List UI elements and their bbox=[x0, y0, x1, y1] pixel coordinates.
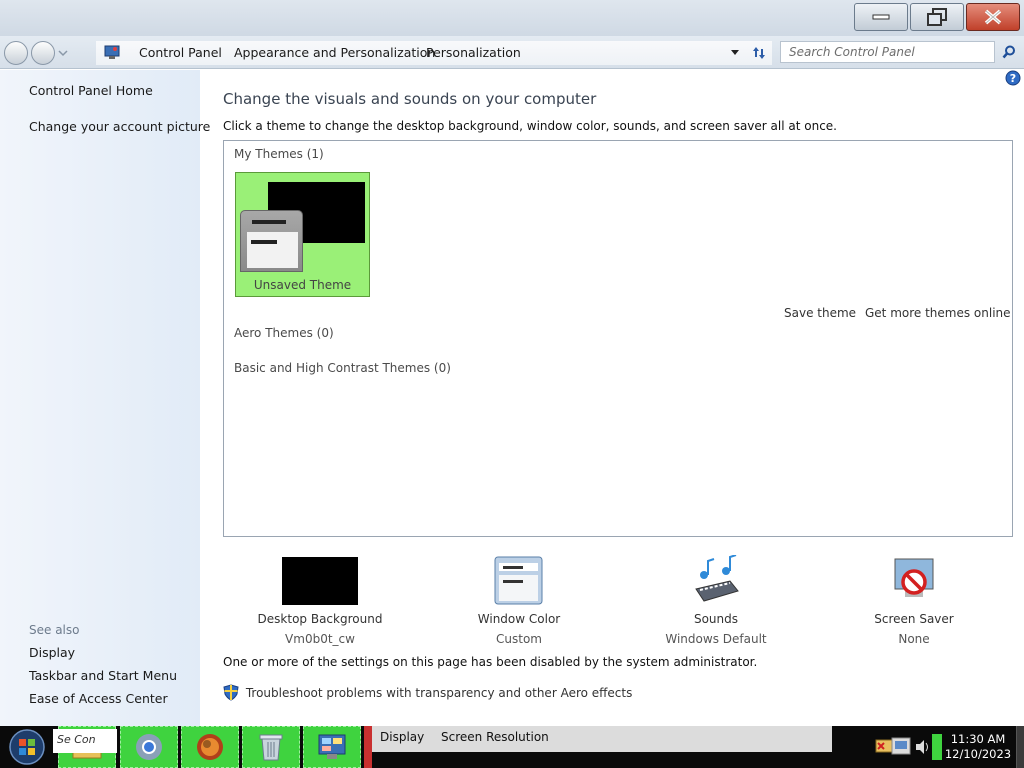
minimize-icon bbox=[872, 14, 890, 20]
taskbar-search-fragment[interactable]: Se Con bbox=[53, 729, 117, 753]
start-button[interactable] bbox=[4, 728, 50, 766]
close-icon bbox=[984, 9, 1002, 25]
system-clock[interactable]: 11:30 AM 12/10/2023 bbox=[944, 732, 1012, 762]
left-navigation-pane: Control Panel Home Change your account p… bbox=[0, 70, 210, 726]
taskbar: Se Con Display Screen Resolution 11:30 A… bbox=[0, 726, 1024, 768]
show-desktop-button[interactable] bbox=[1016, 726, 1024, 768]
address-bar: Control Panel Appearance and Personaliza… bbox=[0, 36, 1024, 69]
search-icon[interactable] bbox=[1002, 45, 1016, 59]
display-link[interactable]: Display bbox=[29, 645, 75, 660]
window-titlebar bbox=[0, 0, 1024, 36]
troubleshoot-label: Troubleshoot problems with transparency … bbox=[245, 686, 633, 700]
restore-icon bbox=[927, 8, 947, 26]
screen-saver-setting[interactable]: Screen Saver None bbox=[824, 555, 1004, 646]
setting-label: Screen Saver bbox=[874, 612, 954, 626]
shield-icon bbox=[223, 684, 239, 701]
basic-themes-heading: Basic and High Contrast Themes (0) bbox=[234, 361, 451, 375]
address-field[interactable]: Control Panel Appearance and Personaliza… bbox=[96, 41, 772, 65]
restore-button[interactable] bbox=[910, 3, 964, 31]
clock-time: 11:30 AM bbox=[950, 732, 1006, 746]
change-account-picture-link[interactable]: Change your account picture bbox=[29, 119, 210, 134]
forward-button[interactable] bbox=[31, 41, 55, 65]
taskbar-separator bbox=[364, 726, 372, 768]
svg-text:?: ? bbox=[1010, 72, 1016, 85]
setting-value: Vm0b0t_cw bbox=[285, 632, 355, 646]
taskbar-start-menu-link[interactable]: Taskbar and Start Menu bbox=[29, 668, 177, 683]
theme-name: Unsaved Theme bbox=[253, 278, 352, 292]
recycle-bin-icon bbox=[259, 734, 283, 761]
chrome-icon bbox=[136, 734, 162, 760]
firefox-icon bbox=[197, 734, 223, 760]
close-button[interactable] bbox=[966, 3, 1020, 31]
taskbar-item-display[interactable]: Display bbox=[380, 730, 424, 744]
save-theme-link[interactable]: Save theme bbox=[784, 306, 856, 320]
recent-pages-dropdown-icon[interactable] bbox=[58, 48, 68, 58]
taskbar-firefox[interactable] bbox=[181, 726, 239, 768]
taskbar-chrome[interactable] bbox=[120, 726, 178, 768]
page-title: Change the visuals and sounds on your co… bbox=[223, 90, 597, 108]
page-subtitle: Click a theme to change the desktop back… bbox=[223, 119, 837, 133]
screen-saver-icon bbox=[876, 555, 952, 605]
aero-themes-heading: Aero Themes (0) bbox=[234, 326, 334, 340]
my-themes-heading: My Themes (1) bbox=[234, 147, 324, 161]
clock-date: 12/10/2023 bbox=[944, 747, 1012, 761]
sounds-icon bbox=[678, 555, 754, 605]
setting-label: Window Color bbox=[477, 612, 561, 626]
setting-value: None bbox=[898, 632, 930, 646]
taskbar-item-screen-resolution[interactable]: Screen Resolution bbox=[441, 730, 549, 744]
taskbar-recycle-bin[interactable] bbox=[242, 726, 300, 768]
setting-value: Windows Default bbox=[665, 632, 767, 646]
admin-disabled-notice: One or more of the settings on this page… bbox=[223, 655, 758, 669]
control-panel-home-link[interactable]: Control Panel Home bbox=[29, 83, 153, 98]
back-button[interactable] bbox=[4, 41, 28, 65]
breadcrumb-appearance[interactable]: Appearance and Personalization bbox=[234, 45, 435, 60]
desktop-background-setting[interactable]: Desktop Background Vm0b0t_cw bbox=[230, 555, 410, 646]
network-icon[interactable] bbox=[891, 737, 911, 755]
highlight-block bbox=[932, 734, 942, 760]
breadcrumb-control-panel[interactable]: Control Panel bbox=[139, 45, 222, 60]
control-panel-icon bbox=[318, 734, 346, 759]
troubleshoot-aero-link[interactable]: Troubleshoot problems with transparency … bbox=[223, 684, 632, 704]
refresh-icon[interactable] bbox=[750, 45, 768, 61]
window-color-icon bbox=[481, 555, 557, 605]
volume-icon[interactable] bbox=[916, 740, 928, 754]
desktop-background-icon bbox=[282, 555, 358, 605]
breadcrumb-personalization[interactable]: Personalization bbox=[426, 45, 521, 60]
address-dropdown-icon[interactable] bbox=[730, 49, 740, 57]
theme-window-preview bbox=[240, 210, 303, 272]
ease-of-access-link[interactable]: Ease of Access Center bbox=[29, 691, 168, 706]
help-icon[interactable]: ? bbox=[1005, 70, 1021, 86]
themes-list: My Themes (1) Unsaved Theme Save theme G… bbox=[223, 140, 1013, 537]
setting-value: Custom bbox=[496, 632, 542, 646]
setting-label: Desktop Background bbox=[257, 612, 383, 626]
minimize-button[interactable] bbox=[854, 3, 908, 31]
control-panel-icon bbox=[104, 45, 120, 59]
window-color-setting[interactable]: Window Color Custom bbox=[429, 555, 609, 646]
sounds-setting[interactable]: Sounds Windows Default bbox=[626, 555, 806, 646]
see-also-heading: See also bbox=[29, 623, 80, 637]
taskbar-window-strip: Display Screen Resolution bbox=[372, 726, 832, 752]
taskbar-control-panel[interactable] bbox=[303, 726, 361, 768]
notification-area bbox=[868, 726, 948, 768]
setting-label: Sounds bbox=[693, 612, 739, 626]
get-more-themes-link[interactable]: Get more themes online bbox=[865, 306, 1011, 320]
search-input[interactable]: Search Control Panel bbox=[780, 41, 995, 63]
theme-tile-unsaved[interactable]: Unsaved Theme bbox=[235, 172, 370, 297]
action-center-icon[interactable] bbox=[875, 739, 893, 753]
